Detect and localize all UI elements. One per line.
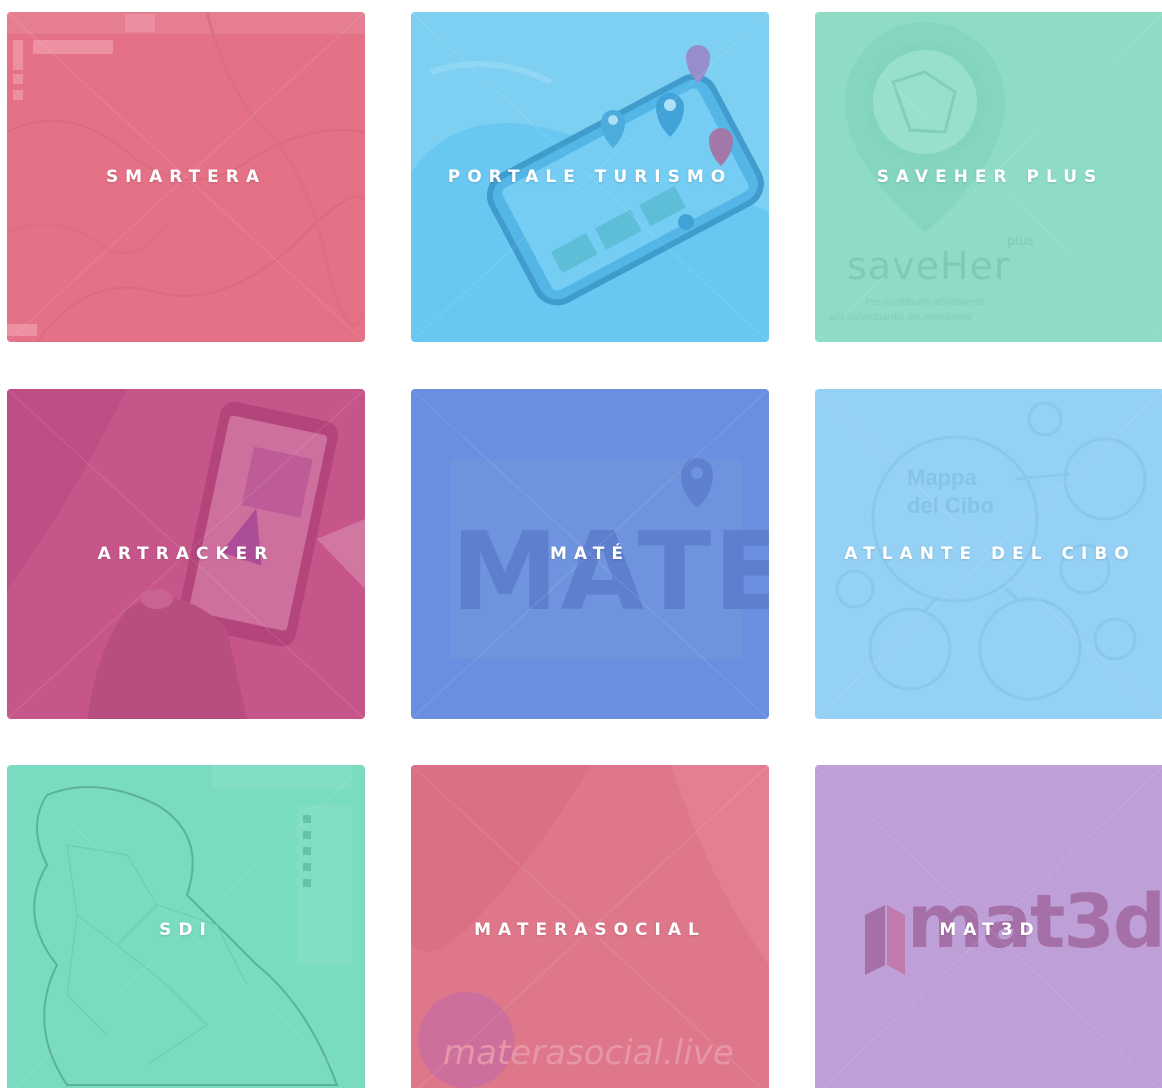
tile-saveher-plus[interactable]: saveHer plus Per contribuire attivamente…: [815, 12, 1162, 342]
tile-mate[interactable]: MATE MATÉ: [411, 389, 769, 719]
tile-title: MATERASOCIAL: [474, 920, 706, 940]
tile-title: MATÉ: [550, 544, 630, 564]
tile-atlante-del-cibo[interactable]: Mappa del Cibo ATLANTE DEL CIBO: [815, 389, 1162, 719]
tile-title: SMARTERA: [105, 167, 267, 187]
tile-smartera[interactable]: SMARTERA: [7, 12, 365, 342]
tile-materasocial[interactable]: materasocial.live MATERASOCIAL: [411, 765, 769, 1088]
tile-title: ARTRACKER: [97, 544, 275, 564]
tile-artracker[interactable]: ARTRACKER: [7, 389, 365, 719]
tile-title: ATLANTE DEL CIBO: [844, 544, 1136, 564]
tile-title: SAVEHER PLUS: [876, 167, 1104, 187]
project-grid: SMARTERA PORTALE TURISMO saveHer plus Pe…: [0, 0, 1162, 1088]
tile-mat3d[interactable]: mat3d MAT3D: [815, 765, 1162, 1088]
tile-sdi[interactable]: SDI: [7, 765, 365, 1088]
tile-title: PORTALE TURISMO: [447, 167, 733, 187]
tile-title: SDI: [159, 920, 213, 940]
tile-title: MAT3D: [939, 920, 1041, 940]
tile-portale-turismo[interactable]: PORTALE TURISMO: [411, 12, 769, 342]
